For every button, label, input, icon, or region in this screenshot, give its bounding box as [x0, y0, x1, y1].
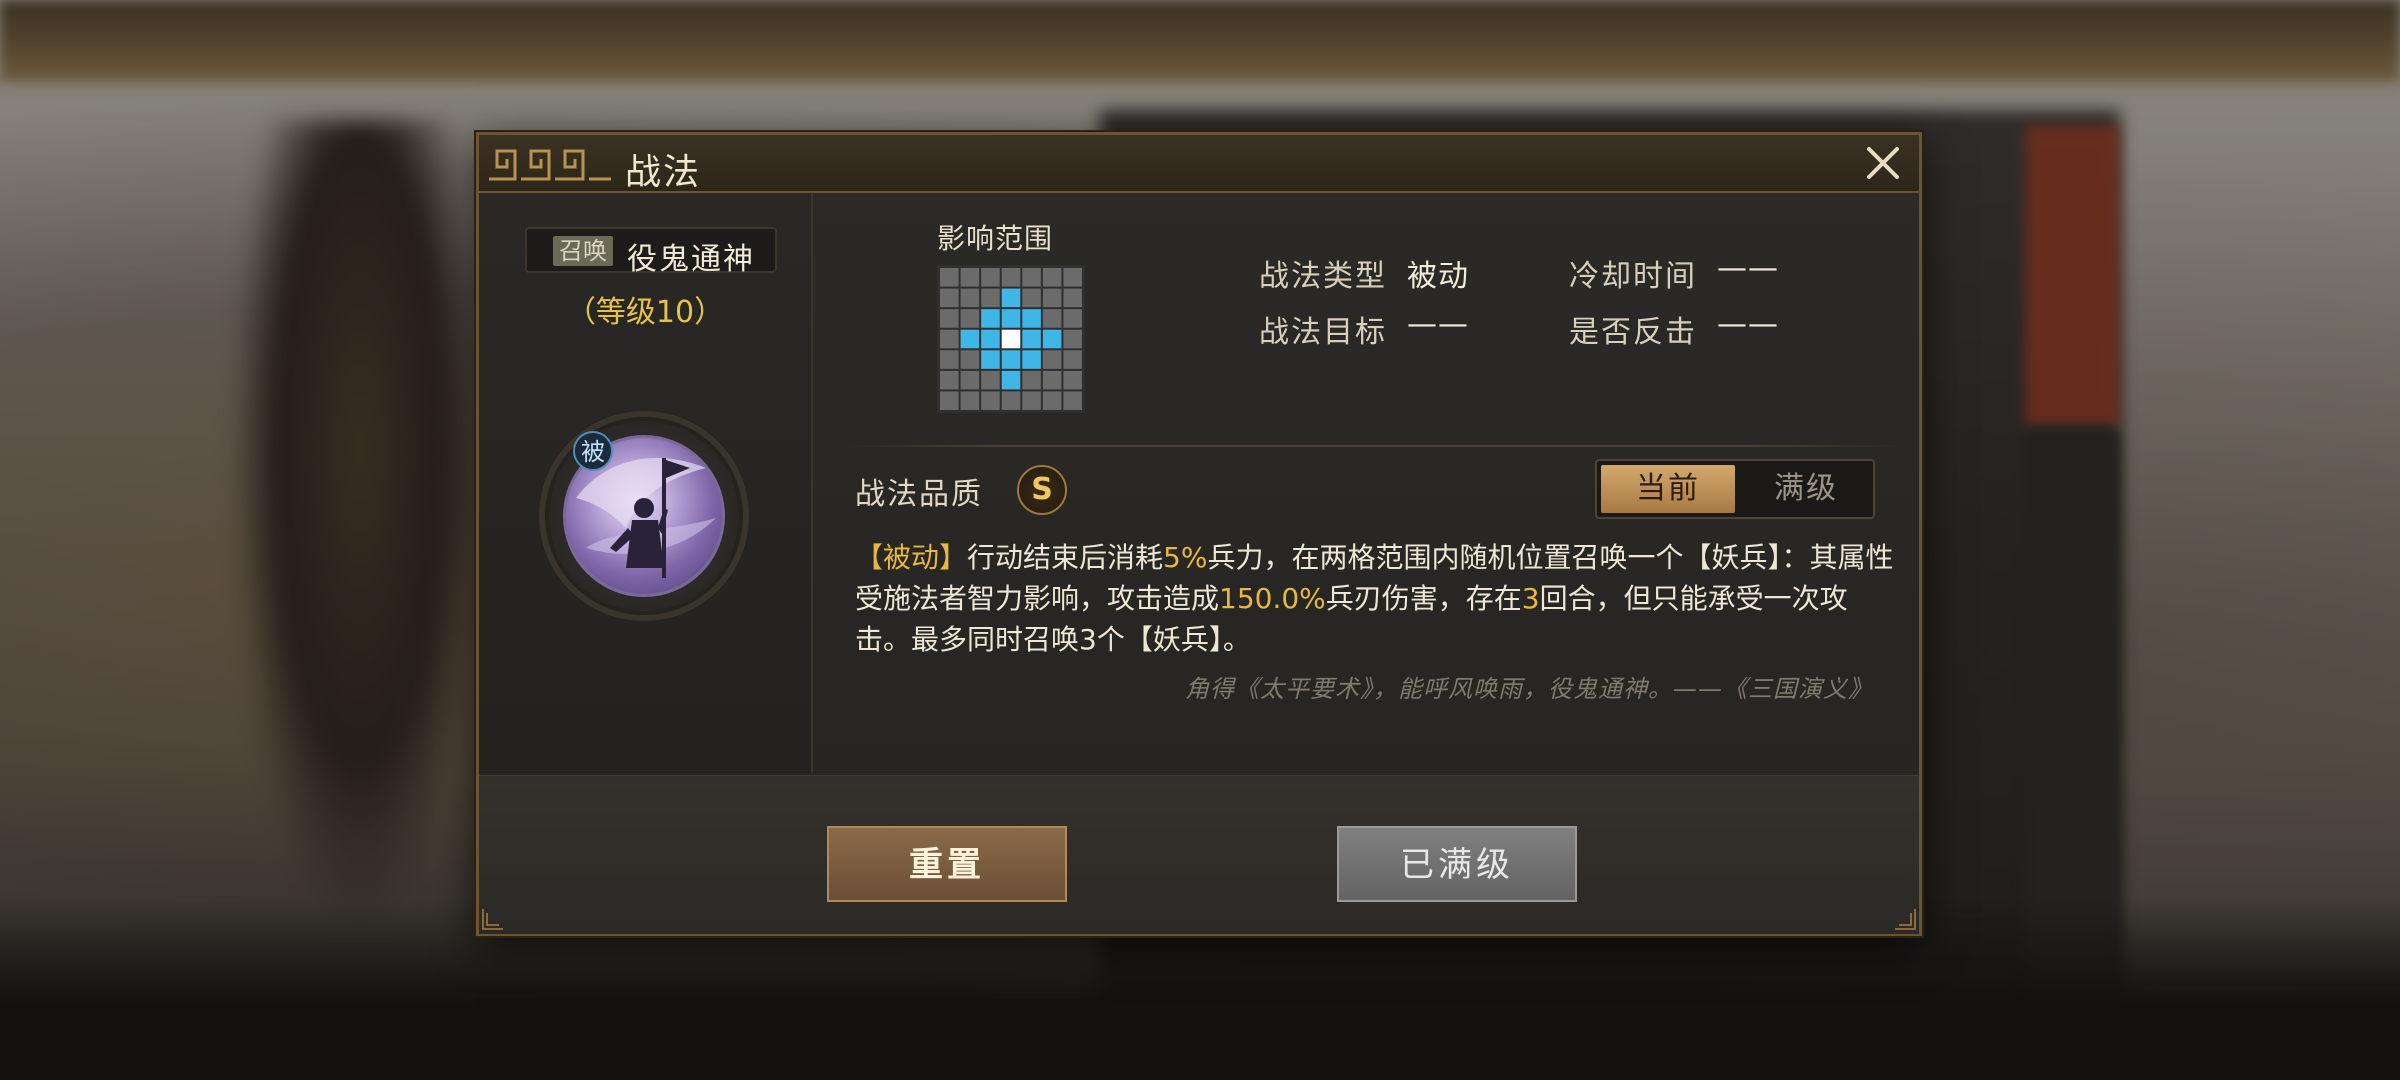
- range-cell: [1022, 370, 1041, 390]
- range-cell-affected: [1022, 350, 1041, 369]
- desc-value-turns: 3: [1521, 582, 1540, 615]
- range-cell: [960, 288, 980, 308]
- section-divider: [843, 445, 1903, 447]
- range-cell-affected: [1001, 350, 1021, 369]
- range-grid: [937, 265, 1085, 413]
- dialog-title-bar: 战法: [479, 135, 1919, 193]
- range-cell-affected: [981, 309, 1000, 328]
- reset-button[interactable]: 重置: [827, 826, 1067, 902]
- range-cell: [981, 268, 1000, 287]
- dialog-footer: 重置 已满级: [479, 775, 1919, 934]
- range-cell-affected: [981, 329, 1000, 349]
- skill-target-value: ——: [1407, 307, 1469, 342]
- range-cell: [981, 370, 1000, 390]
- corner-ornament-icon: [1895, 909, 1916, 930]
- range-cell-center: [1001, 329, 1021, 349]
- skill-name: 役鬼通神: [627, 242, 755, 277]
- range-cell-affected: [960, 329, 980, 349]
- range-cell: [960, 370, 980, 390]
- range-cell: [1063, 329, 1082, 349]
- desc-value-damage: 150.0%: [1219, 582, 1326, 615]
- range-cell: [960, 350, 980, 369]
- range-cell-affected: [1022, 309, 1041, 328]
- skill-name-box: 召唤 役鬼通神: [525, 227, 777, 277]
- desc-value-cost: 5%: [1163, 541, 1208, 574]
- range-cell-affected: [1022, 329, 1041, 349]
- maxed-button[interactable]: 已满级: [1337, 826, 1577, 902]
- cooldown-label: 冷却时间: [1569, 259, 1697, 294]
- close-button[interactable]: [1861, 141, 1905, 185]
- range-cell: [1063, 370, 1082, 390]
- title-ornament-icon: [489, 149, 611, 181]
- corner-ornament-icon: [482, 909, 503, 930]
- skill-level: （等级10）: [565, 295, 725, 330]
- counter-attack-label: 是否反击: [1569, 315, 1697, 350]
- range-cell: [1022, 391, 1041, 410]
- range-cell: [940, 370, 959, 390]
- range-cell: [1042, 288, 1062, 308]
- skill-type-value: 被动: [1407, 259, 1469, 294]
- range-cell: [940, 268, 959, 287]
- range-cell: [1001, 268, 1021, 287]
- skill-description: 【被动】行动结束后消耗5%兵力，在两格范围内随机位置召唤一个【妖兵】：其属性受施…: [855, 537, 1895, 660]
- toggle-current-level[interactable]: 当前: [1601, 465, 1735, 513]
- range-cell: [1063, 391, 1082, 410]
- range-label: 影响范围: [937, 222, 1054, 255]
- range-cell-affected: [1001, 309, 1021, 328]
- desc-passive-tag: 【被动】: [855, 541, 968, 574]
- passive-badge: 被: [573, 431, 613, 471]
- range-cell: [981, 391, 1000, 410]
- skill-quote: 角得《太平要术》，能呼风唤雨，役鬼通神。——《三国演义》: [1185, 675, 1873, 703]
- skill-type-label: 战法类型: [1259, 259, 1387, 294]
- range-cell: [1042, 350, 1062, 369]
- skill-detail-panel: 影响范围 战法类型 被动 冷却时间 —— 战法目标 —— 是否反击 —— 战法品…: [813, 193, 1919, 773]
- range-cell: [960, 268, 980, 287]
- dialog-title: 战法: [625, 152, 702, 193]
- skill-quality-label: 战法品质: [855, 477, 983, 512]
- summon-tag: 召唤: [553, 236, 613, 266]
- range-cell: [1042, 309, 1062, 328]
- cooldown-value: ——: [1717, 251, 1779, 286]
- range-cell: [940, 350, 959, 369]
- counter-attack-value: ——: [1717, 307, 1779, 342]
- range-cell: [1022, 288, 1041, 308]
- range-cell: [940, 288, 959, 308]
- range-cell: [981, 288, 1000, 308]
- range-cell: [1063, 288, 1082, 308]
- range-cell-affected: [1042, 329, 1062, 349]
- desc-text: 行动结束后消耗: [967, 541, 1164, 574]
- range-cell: [1022, 268, 1041, 287]
- range-cell: [940, 309, 959, 328]
- range-cell-affected: [1001, 370, 1021, 390]
- range-cell: [1063, 309, 1082, 328]
- range-cell: [940, 329, 959, 349]
- skill-portrait-frame: 被: [539, 411, 749, 621]
- range-cell: [1042, 268, 1062, 287]
- range-cell: [1063, 268, 1082, 287]
- skill-target-label: 战法目标: [1259, 315, 1387, 350]
- range-cell-affected: [981, 350, 1000, 369]
- skill-summary-panel: 召唤 役鬼通神 （等级10） 被: [479, 193, 813, 773]
- close-icon: [1867, 147, 1899, 179]
- range-cell-affected: [1001, 288, 1021, 308]
- level-view-toggle: 当前 满级: [1595, 459, 1875, 519]
- skill-dialog: 战法 召唤 役鬼通神 （等级10） 被 影响范围 战法类型 被动 冷却时间 ——…: [476, 132, 1922, 936]
- range-cell: [940, 391, 959, 410]
- range-cell: [1042, 370, 1062, 390]
- toggle-max-level[interactable]: 满级: [1739, 465, 1873, 513]
- quality-grade-badge: S: [1017, 465, 1067, 515]
- desc-text: 兵刃伤害，存在: [1325, 582, 1522, 615]
- range-cell: [1042, 391, 1062, 410]
- range-cell: [960, 391, 980, 410]
- range-cell: [960, 309, 980, 328]
- range-cell: [1063, 350, 1082, 369]
- range-cell: [1001, 391, 1021, 410]
